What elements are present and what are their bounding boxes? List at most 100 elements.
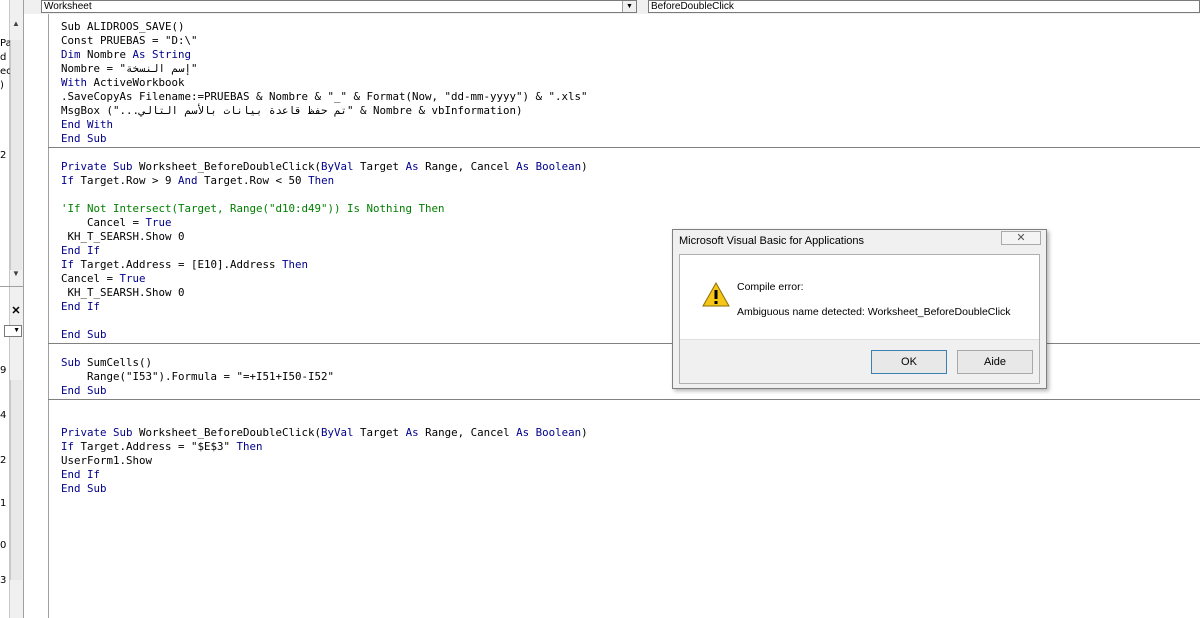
properties-fragment-text: 2	[0, 455, 7, 466]
scroll-down-icon[interactable]: ▼	[10, 268, 22, 280]
procedure-combo[interactable]: BeforeDoubleClick	[648, 0, 1200, 13]
code-line[interactable]: Cancel = True	[61, 272, 588, 286]
code-line[interactable]: End Sub	[61, 328, 588, 342]
code-text: Cancel =	[61, 216, 146, 229]
code-text: .SaveCopyAs Filename:=PRUEBAS & Nombre &…	[61, 90, 588, 103]
code-text: )	[581, 160, 588, 173]
code-keyword: True	[119, 272, 146, 285]
tree-fragment-text[interactable]: d	[0, 52, 6, 64]
code-keyword: As Boolean	[516, 426, 582, 439]
code-line[interactable]: End Sub	[61, 482, 588, 496]
code-line[interactable]: Private Sub Worksheet_BeforeDoubleClick(…	[61, 160, 588, 174]
code-keyword: End Sub	[61, 482, 107, 495]
code-keyword: Private Sub	[61, 160, 133, 173]
code-line[interactable]: End If	[61, 468, 588, 482]
code-text: Range("I53").Formula = "=+I51+I50-I52"	[61, 370, 335, 383]
code-line[interactable]	[61, 342, 334, 356]
ok-button[interactable]: OK	[871, 350, 947, 374]
close-icon[interactable]: ✕	[1001, 231, 1041, 245]
code-procedure[interactable]: Sub ALIDROOS_SAVE() Const PRUEBAS = "D:\"…	[61, 20, 588, 146]
code-line[interactable]: Private Sub Worksheet_BeforeDoubleClick(…	[61, 426, 588, 440]
dialog-body: Compile error: Ambiguous name detected: …	[679, 254, 1040, 384]
code-keyword: Then	[308, 174, 335, 187]
code-line[interactable]: End If	[61, 300, 588, 314]
code-keyword: If	[61, 174, 75, 187]
code-keyword: End If	[61, 468, 101, 481]
code-text: Target	[353, 160, 406, 173]
code-keyword: If	[61, 440, 75, 453]
error-title: Compile error:	[737, 281, 804, 293]
code-keyword: As Boolean	[516, 160, 582, 173]
chevron-down-icon[interactable]: ▼	[622, 1, 636, 12]
code-procedure[interactable]: Private Sub Worksheet_BeforeDoubleClick(…	[61, 160, 588, 342]
code-line[interactable]	[61, 314, 588, 328]
object-combo[interactable]: Worksheet ▼	[41, 0, 637, 13]
code-line[interactable]	[61, 412, 588, 426]
code-text: Sub ALIDROOS_SAVE()	[61, 20, 185, 33]
code-line[interactable]: If Target.Address = [E10].Address Then	[61, 258, 588, 272]
code-line[interactable]	[61, 188, 588, 202]
code-line[interactable]: UserForm1.Show	[61, 454, 588, 468]
code-text: Worksheet_BeforeDoubleClick(	[132, 160, 322, 173]
code-text: KH_T_SEARSH.Show 0	[61, 230, 185, 243]
dialog-title: Microsoft Visual Basic for Applications	[679, 235, 865, 247]
properties-object-combo[interactable]: ▼	[4, 325, 22, 337]
code-keyword: Sub	[61, 356, 81, 369]
code-procedure[interactable]: Sub SumCells() Range("I53").Formula = "=…	[61, 342, 334, 398]
code-line[interactable]: Range("I53").Formula = "=+I51+I50-I52"	[61, 370, 334, 384]
explorer-tree-strip: Pa d ec ) 2	[0, 0, 12, 618]
code-text: SumCells()	[80, 356, 153, 369]
code-text: Cancel =	[61, 272, 120, 285]
code-line[interactable]: If Target.Address = "$E$3" Then	[61, 440, 588, 454]
code-procedure[interactable]: Private Sub Worksheet_BeforeDoubleClick(…	[61, 412, 588, 496]
procedure-combo-value: BeforeDoubleClick	[651, 1, 734, 12]
code-line[interactable]: End With	[61, 118, 588, 132]
code-keyword: End If	[61, 244, 101, 257]
code-line[interactable]: End Sub	[61, 384, 334, 398]
properties-fragment-text: 3	[0, 575, 7, 586]
tree-fragment-text[interactable]: )	[0, 80, 4, 92]
code-keyword: ByVal	[321, 426, 354, 439]
code-keyword: As	[405, 160, 419, 173]
code-line[interactable]: 'If Not Intersect(Target, Range("d10:d49…	[61, 202, 588, 216]
code-text: Const PRUEBAS = "D:\"	[61, 34, 198, 47]
code-text: Target.Row < 50	[197, 174, 309, 187]
code-line[interactable]: End Sub	[61, 132, 588, 146]
code-line[interactable]: .SaveCopyAs Filename:=PRUEBAS & Nombre &…	[61, 90, 588, 104]
code-text: Nombre	[80, 48, 133, 61]
margin-indicator-bar[interactable]	[24, 14, 48, 618]
code-line[interactable]: Const PRUEBAS = "D:\"	[61, 34, 588, 48]
code-keyword: As	[405, 426, 419, 439]
code-line[interactable]: With ActiveWorkbook	[61, 76, 588, 90]
tree-fragment-text[interactable]: 2	[0, 150, 6, 162]
code-text: KH_T_SEARSH.Show 0	[61, 286, 185, 299]
code-keyword: End Sub	[61, 328, 107, 341]
help-button[interactable]: Aide	[957, 350, 1033, 374]
code-line[interactable]: KH_T_SEARSH.Show 0	[61, 230, 588, 244]
code-text: ActiveWorkbook	[87, 76, 185, 89]
code-line[interactable]: Cancel = True	[61, 216, 588, 230]
close-pane-icon[interactable]: ✕	[10, 305, 22, 317]
explorer-scrollbar[interactable]	[10, 40, 22, 270]
code-line[interactable]: If Target.Row > 9 And Target.Row < 50 Th…	[61, 174, 588, 188]
code-line[interactable]: MsgBox ("...تم حفظ قاعدة بيانات بالأسم ا…	[61, 104, 588, 118]
properties-fragment-text: 9	[0, 365, 7, 376]
code-line[interactable]: Sub SumCells()	[61, 356, 334, 370]
scroll-up-icon[interactable]: ▲	[10, 18, 22, 30]
code-keyword: Then	[282, 258, 309, 271]
code-text: Worksheet_BeforeDoubleClick(	[132, 426, 322, 439]
properties-fragment-text: 0	[0, 540, 7, 551]
code-keyword: End If	[61, 300, 101, 313]
dialog-button-row: OK Aide	[680, 339, 1039, 383]
procedure-separator	[48, 147, 1200, 148]
code-line[interactable]: Sub ALIDROOS_SAVE()	[61, 20, 588, 34]
code-line[interactable]: Nombre = "إسم النسخة"	[61, 62, 588, 76]
object-combo-value: Worksheet	[44, 1, 92, 12]
code-keyword: And	[178, 174, 198, 187]
code-line[interactable]: End If	[61, 244, 588, 258]
properties-scrollbar[interactable]	[10, 380, 22, 580]
code-line[interactable]: Dim Nombre As String	[61, 48, 588, 62]
chevron-down-icon: ▼	[13, 327, 20, 334]
code-comment: 'If Not Intersect(Target, Range("d10:d49…	[61, 202, 445, 215]
code-line[interactable]: KH_T_SEARSH.Show 0	[61, 286, 588, 300]
